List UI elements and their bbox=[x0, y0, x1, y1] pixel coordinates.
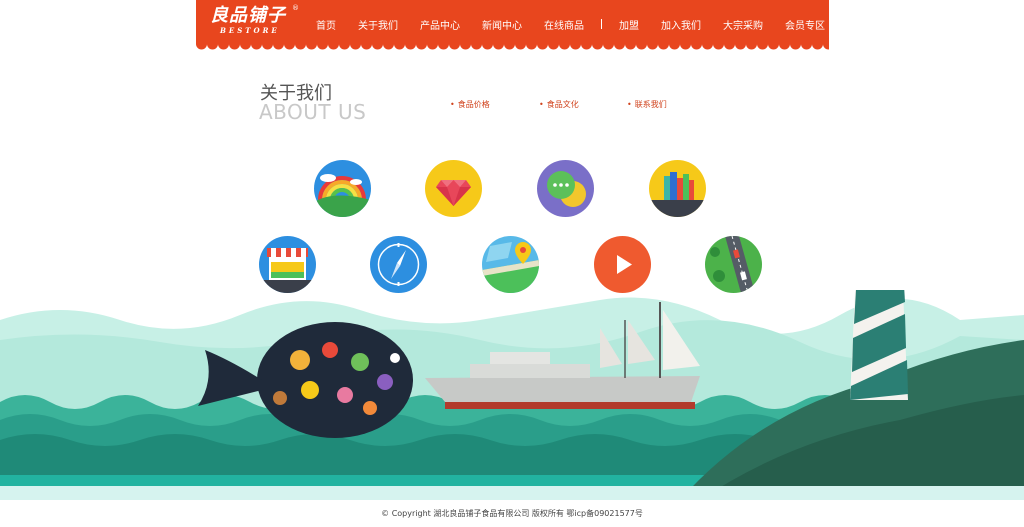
nav-about[interactable]: 关于我们 bbox=[347, 17, 409, 32]
map-icon[interactable] bbox=[482, 236, 539, 293]
compass-icon[interactable] bbox=[370, 236, 427, 293]
books-icon[interactable] bbox=[649, 160, 706, 217]
chat-icon[interactable] bbox=[537, 160, 594, 217]
nav-online-shop[interactable]: 在线商品 bbox=[533, 17, 595, 32]
nav-franchise[interactable]: 加盟 bbox=[608, 17, 650, 32]
main-nav: 首页 关于我们 产品中心 新闻中心 在线商品 加盟 加入我们 大宗采购 会员专区 bbox=[305, 12, 836, 36]
nav-home[interactable]: 首页 bbox=[305, 17, 347, 32]
link-food-culture[interactable]: 食品文化 bbox=[539, 99, 579, 110]
nav-join-us[interactable]: 加入我们 bbox=[650, 17, 712, 32]
link-contact-us[interactable]: 联系我们 bbox=[627, 99, 667, 110]
play-icon[interactable] bbox=[594, 236, 651, 293]
logo-registered-mark: ® bbox=[292, 4, 299, 12]
logo-text-cn: 良品铺子 bbox=[210, 5, 286, 26]
nav-members[interactable]: 会员专区 bbox=[774, 17, 836, 32]
section-title-en: ABOUT US bbox=[259, 100, 367, 124]
footer-copyright: © Copyright 湖北良品铺子食品有限公司 版权所有 鄂icp备09021… bbox=[0, 500, 1024, 527]
ocean-scene-illustration bbox=[0, 290, 1024, 500]
nav-news[interactable]: 新闻中心 bbox=[471, 17, 533, 32]
header-scallop-edge bbox=[196, 36, 829, 52]
road-icon[interactable] bbox=[705, 236, 762, 293]
brand-logo[interactable]: 良品铺子 ® BESTORE bbox=[210, 4, 299, 36]
link-food-price[interactable]: 食品价格 bbox=[450, 99, 490, 110]
logo-text-en: BESTORE bbox=[220, 26, 280, 35]
store-icon[interactable] bbox=[259, 236, 316, 293]
rainbow-icon[interactable] bbox=[314, 160, 371, 217]
bottom-band bbox=[0, 486, 1024, 500]
gem-icon[interactable] bbox=[425, 160, 482, 217]
nav-divider bbox=[601, 19, 602, 29]
nav-products[interactable]: 产品中心 bbox=[409, 17, 471, 32]
nav-bulk-purchase[interactable]: 大宗采购 bbox=[712, 17, 774, 32]
